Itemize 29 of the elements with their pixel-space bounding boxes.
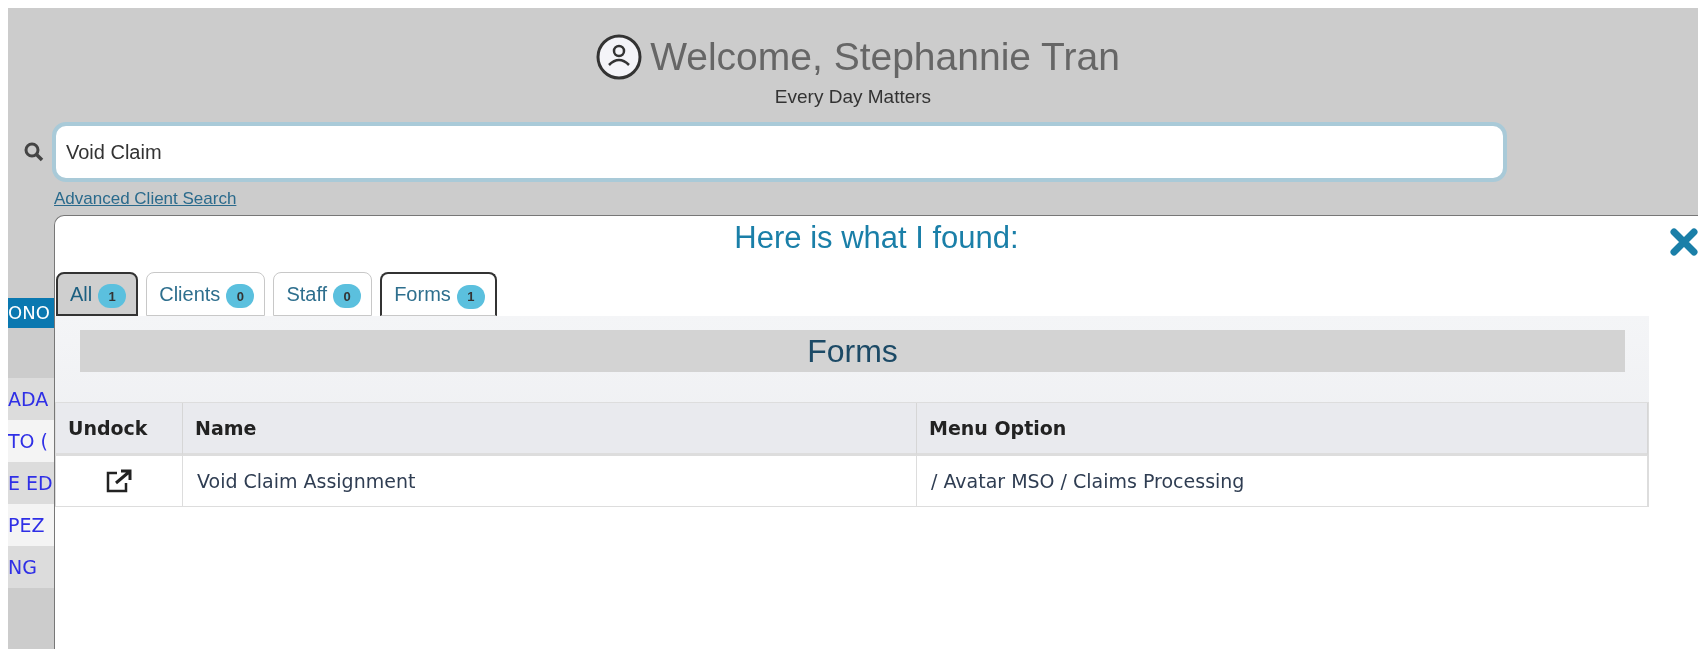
column-header: Name [183, 403, 917, 456]
list-header: ONO [8, 298, 54, 328]
form-name-cell[interactable]: Void Claim Assignment [183, 456, 917, 506]
menu-path-cell: / Avatar MSO / Claims Processing [917, 456, 1648, 506]
results-tab[interactable]: All 1 [56, 272, 139, 316]
tagline: Every Day Matters [774, 86, 932, 108]
external-link-icon[interactable] [105, 469, 133, 493]
column-header: Menu Option [917, 403, 1648, 456]
welcome-heading: Welcome, Stephannie Tran [650, 35, 1120, 79]
count-badge: 1 [98, 284, 127, 308]
search-field[interactable]: Void Claim [52, 122, 1507, 182]
column-header: Undock [56, 403, 183, 456]
count-badge: 0 [226, 284, 255, 308]
count-badge: 1 [456, 284, 485, 309]
client-link[interactable]: ADA [8, 378, 54, 420]
count-badge: 0 [333, 284, 362, 308]
section-heading: Forms [80, 330, 1625, 372]
advanced-search-link[interactable]: Advanced Client Search [54, 189, 237, 209]
client-link[interactable]: E ED [8, 462, 54, 504]
search-icon [24, 142, 44, 162]
client-link[interactable]: NG [8, 546, 54, 588]
close-icon[interactable] [1670, 228, 1698, 256]
results-tab[interactable]: Forms 1 [380, 272, 497, 316]
results-tab[interactable]: Staff 0 [273, 272, 373, 316]
client-link[interactable]: TO ( [8, 420, 54, 462]
popup-title: Here is what I found: [734, 220, 1019, 255]
user-avatar-icon [596, 34, 643, 80]
client-link[interactable]: PEZ [8, 504, 54, 546]
results-tab[interactable]: Clients 0 [146, 272, 266, 316]
